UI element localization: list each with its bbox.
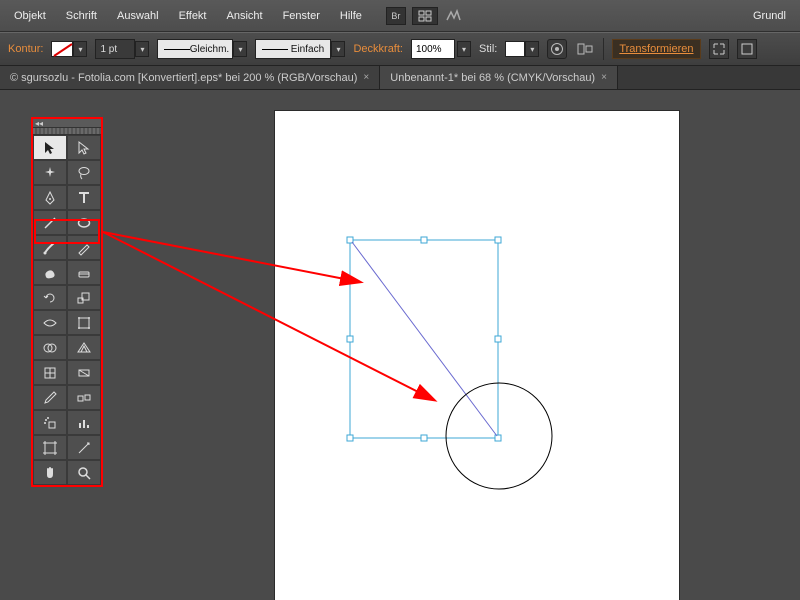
close-icon[interactable]: × xyxy=(601,72,607,83)
menu-auswahl[interactable]: Auswahl xyxy=(107,6,169,26)
swatch-icon xyxy=(51,41,73,57)
direct-selection-tool[interactable] xyxy=(67,135,101,160)
menu-hilfe[interactable]: Hilfe xyxy=(330,6,372,26)
menu-bar: Objekt Schrift Auswahl Effekt Ansicht Fe… xyxy=(0,0,800,32)
square-icon xyxy=(741,43,753,55)
eyedropper-tool[interactable] xyxy=(33,385,67,410)
selection-tool[interactable] xyxy=(33,135,67,160)
align-button[interactable] xyxy=(575,39,595,59)
chevron-down-icon: ▾ xyxy=(135,41,149,57)
recolor-artwork-button[interactable] xyxy=(547,39,567,59)
opacity-label: Deckkraft: xyxy=(353,43,403,55)
width-tool[interactable] xyxy=(33,310,67,335)
graphic-style[interactable]: ▾ xyxy=(505,39,539,59)
tab-title: Unbenannt-1* bei 68 % (CMYK/Vorschau) xyxy=(390,72,595,84)
style-swatch-icon xyxy=(505,41,525,57)
align-icon xyxy=(577,42,593,56)
arrange-documents-button[interactable] xyxy=(412,7,438,25)
menu-fenster[interactable]: Fenster xyxy=(273,6,330,26)
stroke-color-swatch[interactable]: ▾ xyxy=(51,39,87,59)
transform-panel-link[interactable]: Transformieren xyxy=(612,39,700,59)
scale-tool[interactable] xyxy=(67,285,101,310)
blob-brush-tool[interactable] xyxy=(33,260,67,285)
double-chevron-left-icon: ◂◂ xyxy=(33,119,43,128)
hand-cursor-icon xyxy=(445,8,463,24)
shape-builder-tool[interactable] xyxy=(33,335,67,360)
chevron-down-icon: ▾ xyxy=(525,41,539,57)
bridge-button[interactable]: Br xyxy=(386,7,406,25)
opacity-field[interactable]: 100% ▾ xyxy=(411,39,471,59)
stroke-label: Kontur: xyxy=(8,43,43,55)
document-tab-2[interactable]: Unbenannt-1* bei 68 % (CMYK/Vorschau) × xyxy=(380,66,618,89)
menu-effekt[interactable]: Effekt xyxy=(169,6,217,26)
column-graph-tool[interactable] xyxy=(67,410,101,435)
tools-panel: ◂◂ xyxy=(31,117,103,487)
opacity-value: 100% xyxy=(411,39,455,59)
arrows-out-icon xyxy=(712,42,726,56)
stroke-weight-value: 1 pt xyxy=(95,39,135,59)
line-segment-tool[interactable] xyxy=(33,210,67,235)
tab-title: © sgursozlu - Fotolia.com [Konvertiert].… xyxy=(10,72,357,84)
style-label: Stil: xyxy=(479,43,497,55)
document-tab-1[interactable]: © sgursozlu - Fotolia.com [Konvertiert].… xyxy=(0,66,380,89)
zoom-tool[interactable] xyxy=(67,460,101,485)
close-icon[interactable]: × xyxy=(363,72,369,83)
menu-ansicht[interactable]: Ansicht xyxy=(217,6,273,26)
rotate-tool[interactable] xyxy=(33,285,67,310)
chevron-down-icon: ▾ xyxy=(457,41,471,57)
control-bar: Kontur: ▾ 1 pt ▾ Gleichm. ▾ Einfach ▾ De… xyxy=(0,32,800,66)
magic-wand-tool[interactable] xyxy=(33,160,67,185)
free-transform-tool[interactable] xyxy=(67,310,101,335)
panel-grip[interactable] xyxy=(33,128,101,135)
stroke-weight-field[interactable]: 1 pt ▾ xyxy=(95,39,149,59)
blend-tool[interactable] xyxy=(67,385,101,410)
hand-tool[interactable] xyxy=(33,460,67,485)
profile-uniform-label: Gleichm. xyxy=(190,44,229,55)
variable-width-profile[interactable]: Gleichm. ▾ xyxy=(157,39,247,59)
symbol-sprayer-tool[interactable] xyxy=(33,410,67,435)
chevron-down-icon: ▾ xyxy=(233,41,247,57)
isolate-button[interactable] xyxy=(709,39,729,59)
artboard[interactable] xyxy=(275,111,679,600)
menu-objekt[interactable]: Objekt xyxy=(4,6,56,26)
extra-button[interactable] xyxy=(737,39,757,59)
workspace-switcher[interactable]: Grundl xyxy=(743,6,796,26)
ellipse-tool[interactable] xyxy=(67,210,101,235)
paintbrush-tool[interactable] xyxy=(33,235,67,260)
eraser-tool[interactable] xyxy=(67,260,101,285)
brush-basic-label: Einfach xyxy=(291,44,324,55)
lasso-tool[interactable] xyxy=(67,160,101,185)
panel-collapse-bar[interactable]: ◂◂ xyxy=(33,119,101,128)
chevron-down-icon: ▾ xyxy=(331,41,345,57)
brush-definition[interactable]: Einfach ▾ xyxy=(255,39,345,59)
slice-tool[interactable] xyxy=(67,435,101,460)
gpu-preview-button[interactable] xyxy=(444,7,464,25)
grid-icon xyxy=(418,10,432,22)
gradient-tool[interactable] xyxy=(67,360,101,385)
pen-tool[interactable] xyxy=(33,185,67,210)
chevron-down-icon: ▾ xyxy=(73,41,87,57)
perspective-grid-tool[interactable] xyxy=(67,335,101,360)
artboard-tool[interactable] xyxy=(33,435,67,460)
mesh-tool[interactable] xyxy=(33,360,67,385)
type-tool[interactable] xyxy=(67,185,101,210)
menu-schrift[interactable]: Schrift xyxy=(56,6,107,26)
color-wheel-icon xyxy=(550,42,564,56)
document-tab-bar: © sgursozlu - Fotolia.com [Konvertiert].… xyxy=(0,66,800,90)
pencil-tool[interactable] xyxy=(67,235,101,260)
